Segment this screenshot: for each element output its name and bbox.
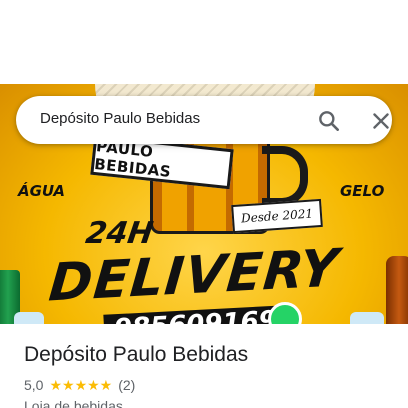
star-rating-icon: ★★★★★: [49, 376, 113, 393]
place-title: Depósito Paulo Bebidas: [24, 343, 249, 366]
rating-value: 5,0: [24, 377, 44, 393]
place-category: Loja de bebidas: [24, 398, 123, 408]
mug-handle-illustration: [262, 146, 308, 206]
top-blank-area: [0, 0, 408, 84]
banner-agua-text: ÁGUA: [18, 182, 66, 200]
close-icon[interactable]: [368, 108, 394, 134]
banner-since-ribbon: Desde 2021: [231, 198, 323, 234]
search-bar[interactable]: Depósito Paulo Bebidas: [16, 96, 392, 144]
rating-row: 5,0 ★★★★★ (2): [24, 376, 135, 394]
whatsapp-icon: [268, 302, 302, 324]
beer-bottle-illustration: [386, 256, 408, 324]
banner-24h-text: 24H: [83, 216, 156, 251]
ice-illustration: [350, 312, 384, 324]
banner-gelo-text: GELO: [340, 182, 385, 200]
search-icon[interactable]: [316, 108, 342, 134]
search-input[interactable]: Depósito Paulo Bebidas: [40, 110, 200, 127]
ice-illustration: [14, 312, 44, 324]
review-count-link[interactable]: (2): [118, 377, 135, 393]
